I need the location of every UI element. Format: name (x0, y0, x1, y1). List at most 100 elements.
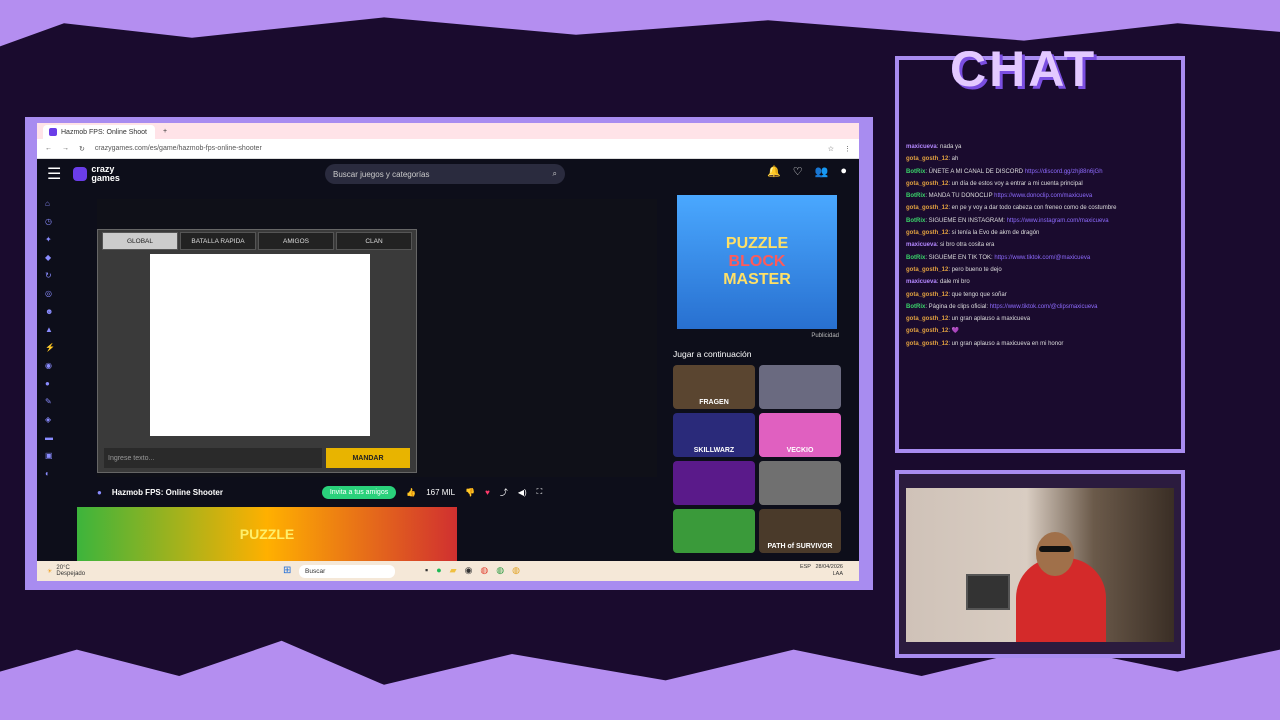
sound-icon[interactable]: ◀) (518, 488, 527, 497)
taskbar-search[interactable]: Buscar (299, 565, 395, 578)
puzzle-block-master-ad[interactable]: PUZZLE BLOCK MASTER (677, 195, 837, 329)
tab-friends[interactable]: AMIGOS (258, 232, 334, 250)
new-icon[interactable]: ✦ (45, 235, 61, 244)
url-field[interactable]: crazygames.com/es/game/hazmob-fps-online… (95, 145, 818, 152)
game-thumb-moto[interactable] (759, 365, 841, 409)
tab-bar: Hazmob FPS: Online Shoot + (37, 123, 859, 139)
chat-text: : 💜 (948, 328, 960, 335)
game-thumb-block[interactable] (673, 509, 755, 553)
game-canvas[interactable]: GLOBAL BATALLA RAPIDA AMIGOS CLAN Ingres… (97, 199, 657, 477)
logo-icon (73, 167, 88, 181)
chat-link[interactable]: https://www.instagram.com/maxicueva (1007, 218, 1109, 224)
ad-line1: PUZZLE (725, 235, 789, 252)
streamer-head (1036, 532, 1074, 576)
tab-quick-battle[interactable]: BATALLA RAPIDA (180, 232, 256, 250)
back-icon[interactable]: ← (45, 145, 52, 152)
search-bar[interactable]: Buscar juegos y categorías ⌕ (325, 164, 565, 184)
chat-username: BotRix (906, 303, 926, 310)
car-icon[interactable]: ▬ (45, 433, 61, 442)
game-thumb-path[interactable]: PATH of SURVIVOR (759, 509, 841, 553)
game-thumb-car[interactable] (759, 461, 841, 505)
obs-icon[interactable]: ◉ (465, 565, 473, 576)
star-icon[interactable]: ☆ (828, 145, 834, 153)
ad-line2: BLOCK (728, 253, 786, 270)
card-icon[interactable]: ▣ (45, 451, 61, 460)
adventure-icon[interactable]: ◉ (45, 361, 61, 370)
multiplayer-icon[interactable]: ☻ (45, 307, 61, 316)
menu-icon[interactable]: ⋮ (844, 145, 851, 153)
task-view-icon[interactable]: ▪ (425, 565, 428, 576)
dislike-icon[interactable]: 👎 (465, 488, 475, 497)
chat-username: BotRix (906, 168, 926, 175)
invite-friends-button[interactable]: Invita a tus amigos (321, 485, 397, 499)
like-icon[interactable]: 👍 (406, 488, 416, 497)
ad-line3: MASTER (723, 271, 791, 288)
browser-tab[interactable]: Hazmob FPS: Online Shoot (43, 125, 155, 139)
originals-icon[interactable]: ◎ (45, 289, 61, 298)
avatar[interactable]: ● (840, 165, 847, 178)
action-icon[interactable]: ⚡ (45, 343, 61, 352)
reload-icon[interactable]: ↻ (79, 145, 85, 153)
leaderboard-icon[interactable]: ▲ (45, 325, 61, 334)
chat-link[interactable]: https://www.tiktok.com/@maxicueva (994, 255, 1090, 261)
taskbar-apps: ▪ ● ▰ ◉ ◍ ◍ ◍ (425, 565, 520, 576)
chat-message: gota_gosth_12: 💜 (906, 325, 1176, 337)
tab-global[interactable]: GLOBAL (102, 232, 178, 250)
chrome-icon-2[interactable]: ◍ (496, 565, 504, 576)
crazygames-favicon-icon (49, 128, 57, 136)
chat-text: : SIGUEME EN INSTAGRAM: (925, 217, 1007, 224)
puzzle-block-master-banner[interactable]: PUZZLE (77, 507, 457, 561)
chat-message: gota_gosth_12: ah (906, 153, 1176, 165)
sunglasses (1039, 546, 1071, 552)
chat-text-input[interactable]: Ingrese texto... (104, 448, 322, 468)
forward-icon[interactable]: → (62, 145, 69, 152)
game-thumb-skillwarz[interactable]: SKILLWARZ (673, 413, 755, 457)
chat-link[interactable]: https://www.donoclip.com/maxicueva (994, 193, 1092, 199)
chat-link[interactable]: https://www.tiktok.com/@clipsmaxicueva (990, 304, 1098, 310)
new-tab-icon[interactable]: + (163, 128, 167, 135)
file-explorer-icon[interactable]: ▰ (450, 565, 457, 576)
home-icon[interactable]: ⌂ (45, 199, 61, 208)
chat-text: : ah (948, 156, 959, 163)
share-icon[interactable]: ⤴ (500, 487, 508, 498)
fullscreen-icon[interactable]: ⛶ (537, 487, 543, 497)
friends-icon[interactable]: 👥 (815, 165, 829, 178)
game-thumb-w[interactable] (673, 461, 755, 505)
chat-link[interactable]: https://discord.gg/zhj88n6jGh (1025, 169, 1103, 175)
taskbar-clock[interactable]: ESP 28/04/2026 LAA (800, 564, 843, 578)
casual-icon[interactable]: ◐ (45, 469, 61, 478)
crazygames-logo[interactable]: crazy games (73, 165, 120, 183)
chat-message: maxicueva: nada ya (906, 141, 1176, 153)
chat-text: : nada ya (936, 144, 962, 150)
basketball-icon[interactable]: ● (45, 379, 61, 388)
bike-icon[interactable]: ◈ (45, 415, 61, 424)
chat-message: gota_gosth_12: pero bueno te dejo (906, 264, 1176, 276)
chat-text: : en pe y voy a dar todo cabeza con fren… (948, 205, 1117, 212)
favorite-icon[interactable]: ♥ (485, 488, 490, 497)
recent-icon[interactable]: ◷ (45, 217, 61, 226)
chat-message: BotRix: ÚNETE A MI CANAL DE DISCORD http… (906, 166, 1176, 178)
address-bar: ← → ↻ crazygames.com/es/game/hazmob-fps-… (37, 139, 859, 159)
updated-icon[interactable]: ↻ (45, 271, 61, 280)
trending-icon[interactable]: ◆ (45, 253, 61, 262)
game-thumb-veck[interactable]: VECKIO (759, 413, 841, 457)
game-thumb-fragen[interactable]: FRAGEN (673, 365, 755, 409)
send-button[interactable]: MANDAR (326, 448, 410, 468)
chrome-icon-3[interactable]: ◍ (512, 565, 520, 576)
chat-text: : dale mi bro (936, 279, 970, 286)
chat-username: gota_gosth_12 (906, 180, 949, 187)
heart-icon[interactable]: ♡ (793, 165, 803, 178)
spotify-icon[interactable]: ● (436, 565, 441, 576)
windows-start-icon[interactable]: ⊞ (283, 565, 291, 576)
chat-message: gota_gosth_12: un gran aplauso a maxicue… (906, 313, 1176, 325)
chat-username: maxicueva (906, 144, 937, 150)
chat-message: gota_gosth_12: en pe y voy a dar todo ca… (906, 202, 1176, 214)
chrome-icon[interactable]: ◍ (480, 565, 488, 576)
hamburger-menu-icon[interactable]: ☰ (47, 164, 61, 184)
weather-widget[interactable]: 20°C Despejado (56, 565, 85, 577)
notification-bell-icon[interactable]: 🔔 (767, 165, 781, 178)
beauty-icon[interactable]: ✎ (45, 397, 61, 406)
windows-taskbar: ☀ 20°C Despejado ⊞ Buscar ▪ ● ▰ ◉ ◍ ◍ ◍ … (37, 561, 859, 581)
chat-username: gota_gosth_12 (906, 291, 949, 298)
tab-clan[interactable]: CLAN (336, 232, 412, 250)
